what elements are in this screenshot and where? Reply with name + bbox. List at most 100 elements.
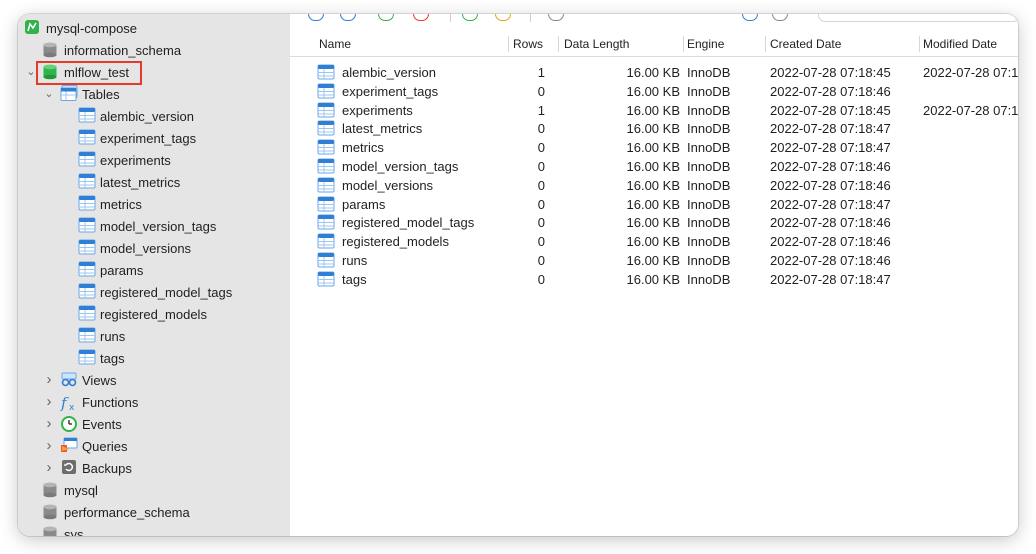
table-row[interactable]: alembic_version 1 16.00 KB InnoDB 2022-07-28… (290, 63, 1018, 82)
table-row[interactable]: model_versions 0 16.00 KB InnoDB 2022-07-28 … (290, 176, 1018, 195)
table-grid-icon (78, 173, 96, 191)
group-backups-label: Backups (82, 460, 132, 476)
cell-created-date: 2022-07-28 07:18:45 (770, 102, 891, 118)
group-functions[interactable]: f x Functions (60, 392, 139, 413)
group-queries[interactable]: Queries (60, 436, 128, 456)
sidebar-table-metrics-label: metrics (100, 196, 142, 212)
highlight-annotation (36, 61, 142, 85)
cell-data-length: 16.00 KB (626, 140, 681, 156)
table-grid-icon (317, 214, 335, 233)
table-row[interactable]: registered_models 0 16.00 KB InnoDB 2022-07-… (290, 232, 1018, 251)
sidebar-table-latest-metrics[interactable]: latest_metrics (78, 172, 180, 192)
cell-name: model_version_tags (342, 159, 459, 174)
cell-created-date: 2022-07-28 07:18:46 (770, 215, 891, 231)
cell-modified-date (923, 232, 1018, 251)
sidebar-table-model-versions[interactable]: model_versions (78, 238, 191, 258)
table-row[interactable]: metrics 0 16.00 KB InnoDB 2022-07-28 07:18:4… (290, 138, 1018, 157)
table-row[interactable]: runs 0 16.00 KB InnoDB 2022-07-28 07:18:46 (290, 251, 1018, 270)
group-queries-label: Queries (82, 438, 128, 454)
table-row[interactable]: experiment_tags 0 16.00 KB InnoDB 2022-07-28… (290, 82, 1018, 101)
remove-icon[interactable] (413, 14, 429, 21)
connection-item[interactable]: mysql-compose (24, 18, 137, 38)
info-icon[interactable] (548, 14, 564, 21)
cell-rows: 0 (537, 234, 545, 250)
table-grid-icon (317, 83, 335, 102)
column-header-rows[interactable]: Rows (513, 32, 543, 56)
database-cylinder-icon (42, 41, 60, 59)
sidebar-table-tags[interactable]: tags (78, 348, 125, 368)
import-icon[interactable] (462, 14, 478, 21)
group-events[interactable]: Events (60, 414, 122, 434)
chevron-right-icon[interactable]: › (44, 460, 54, 475)
grid-view-icon[interactable] (772, 14, 788, 21)
chevron-right-icon[interactable]: › (44, 372, 54, 387)
cell-data-length: 16.00 KB (626, 83, 681, 99)
cell-rows: 0 (537, 196, 545, 212)
table-row[interactable]: latest_metrics 0 16.00 KB InnoDB 2022-07-28 … (290, 119, 1018, 138)
table-row[interactable]: registered_model_tags 0 16.00 KB InnoDB 2022… (290, 213, 1018, 232)
new-table-icon[interactable] (308, 14, 324, 21)
cell-name: latest_metrics (342, 121, 423, 137)
column-separator[interactable] (919, 36, 920, 52)
sidebar-table-registered-models[interactable]: registered_models (78, 304, 207, 324)
db-mysql[interactable]: mysql (42, 480, 98, 500)
chevron-right-icon[interactable]: › (44, 394, 54, 409)
column-header-created-date[interactable]: Created Date (770, 32, 841, 56)
db-sys[interactable]: sys (42, 524, 84, 536)
sidebar-table-params[interactable]: params (78, 260, 143, 280)
cell-rows: 0 (537, 271, 545, 287)
column-separator[interactable] (765, 36, 766, 52)
db-performance-schema[interactable]: performance_schema (42, 502, 190, 522)
sidebar-table-model-versions-label: model_versions (100, 240, 192, 256)
group-views[interactable]: Views (60, 370, 116, 390)
sidebar-table-experiments[interactable]: experiments (78, 150, 171, 170)
tables-group[interactable]: Tables (60, 84, 120, 104)
db-information-schema[interactable]: information_schema (42, 40, 181, 60)
add-icon[interactable] (378, 14, 394, 21)
table-row[interactable]: tags 0 16.00 KB InnoDB 2022-07-28 07:18:47 (290, 270, 1018, 289)
column-separator[interactable] (558, 36, 559, 52)
table-row[interactable]: experiments 1 16.00 KB InnoDB 2022-07-28 07:… (290, 101, 1018, 120)
chevron-down-icon[interactable]: ⌄ (44, 89, 54, 100)
cell-modified-date (923, 251, 1018, 270)
connection-item-label: mysql-compose (46, 20, 138, 36)
table-row[interactable]: params 0 16.00 KB InnoDB 2022-07-28 07:18:47 (290, 195, 1018, 214)
cell-modified-date (923, 270, 1018, 289)
list-view-icon[interactable] (742, 14, 758, 21)
cell-data-length: 16.00 KB (626, 215, 681, 231)
cell-engine: InnoDB (687, 196, 731, 212)
cell-modified-date (923, 119, 1018, 138)
cell-modified-date (923, 176, 1018, 195)
sidebar-table-alembic-version[interactable]: alembic_version (78, 106, 194, 126)
query-icon (60, 437, 78, 455)
sidebar-table-metrics[interactable]: metrics (78, 194, 142, 214)
edit-icon[interactable] (340, 14, 356, 21)
mysql-dolphin-icon (24, 19, 42, 37)
sidebar-table-model-version-tags[interactable]: model_version_tags (78, 216, 216, 236)
column-header-modified-date[interactable]: Modified Date (923, 32, 997, 56)
chevron-right-icon[interactable]: › (44, 438, 54, 453)
column-separator[interactable] (683, 36, 684, 52)
column-header-name[interactable]: Name (319, 32, 351, 56)
cell-data-length: 16.00 KB (626, 102, 681, 118)
cell-data-length: 16.00 KB (626, 121, 681, 137)
cell-created-date: 2022-07-28 07:18:46 (770, 253, 891, 268)
export-icon[interactable] (495, 14, 511, 21)
search-field[interactable] (818, 14, 1018, 22)
column-separator[interactable] (508, 36, 509, 52)
sidebar-table-experiment-tags[interactable]: experiment_tags (78, 128, 196, 148)
column-header-engine[interactable]: Engine (687, 32, 724, 56)
sidebar-table-runs[interactable]: runs (78, 326, 125, 346)
column-header-data-length[interactable]: Data Length (564, 32, 629, 56)
group-backups[interactable]: Backups (60, 458, 132, 478)
cell-created-date: 2022-07-28 07:18:47 (770, 121, 891, 137)
table-grid-icon (78, 195, 96, 213)
chevron-down-icon[interactable]: ⌄ (26, 67, 36, 78)
table-grid-icon (317, 177, 335, 196)
table-row[interactable]: model_version_tags 0 16.00 KB InnoDB 2022-07… (290, 157, 1018, 176)
group-functions-label: Functions (82, 394, 139, 410)
table-grid-icon (78, 305, 96, 323)
chevron-right-icon[interactable]: › (44, 416, 54, 431)
sidebar-table-registered-model-tags[interactable]: registered_model_tags (78, 282, 232, 302)
cell-data-length: 16.00 KB (626, 253, 681, 268)
